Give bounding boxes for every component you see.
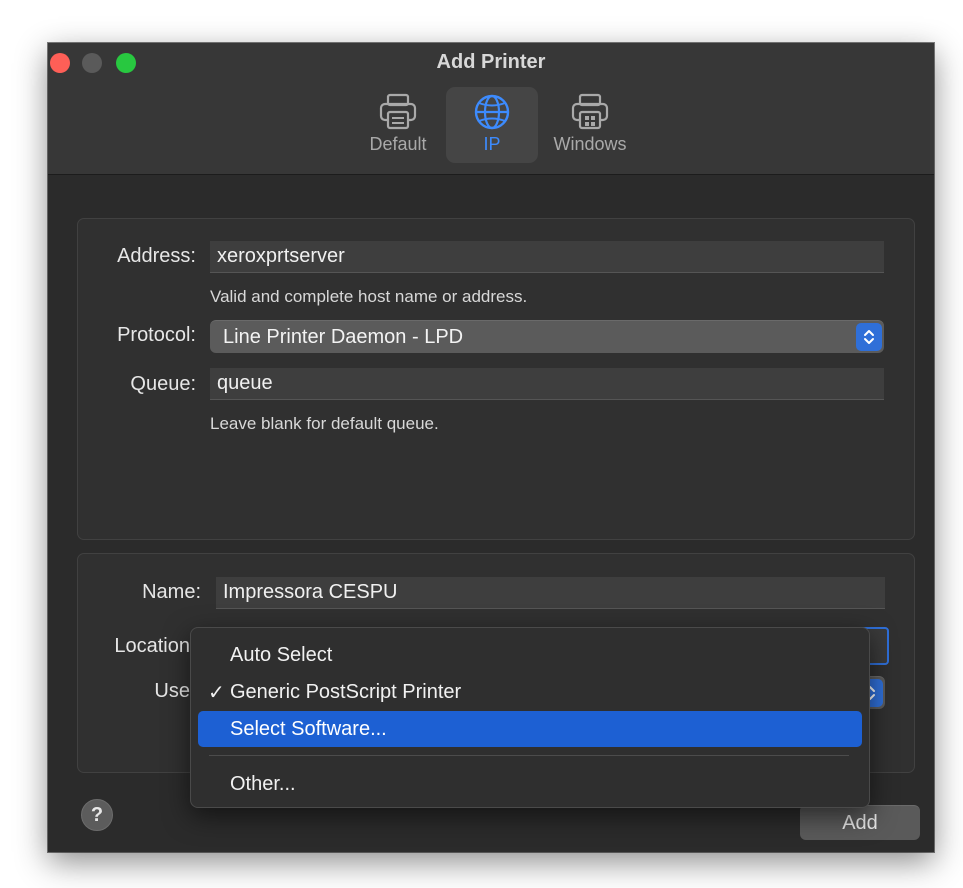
address-label: Address: <box>117 245 196 267</box>
use-label: Use <box>154 680 190 702</box>
protocol-label: Protocol: <box>117 324 196 346</box>
queue-hint: Leave blank for default queue. <box>210 414 439 433</box>
menu-item-label: Auto Select <box>230 643 333 666</box>
menu-item-select-software[interactable]: Select Software... <box>198 711 862 747</box>
menu-item-generic-postscript[interactable]: ✓ Generic PostScript Printer <box>198 674 862 710</box>
tab-default-label: Default <box>369 134 427 154</box>
address-field[interactable]: xeroxprtserver <box>210 241 884 273</box>
use-dropdown-menu: Auto Select ✓ Generic PostScript Printer… <box>190 627 870 808</box>
name-label: Name: <box>142 581 201 603</box>
menu-item-other[interactable]: Other... <box>198 766 862 802</box>
tab-default[interactable]: Default <box>352 87 444 163</box>
help-button[interactable]: ? <box>81 799 113 831</box>
menu-separator <box>209 755 849 756</box>
name-field[interactable]: Impressora CESPU <box>216 577 885 609</box>
menu-item-auto-select[interactable]: Auto Select <box>198 637 862 673</box>
protocol-select-value: Line Printer Daemon - LPD <box>223 325 464 348</box>
add-button[interactable]: Add <box>800 805 920 840</box>
tab-windows-label: Windows <box>553 134 627 154</box>
tab-ip-label: IP <box>483 134 501 154</box>
chevron-updown-icon <box>856 323 882 351</box>
menu-item-label: Select Software... <box>230 717 387 740</box>
tab-windows[interactable]: Windows <box>544 87 636 163</box>
window-title: Add Printer <box>436 51 546 73</box>
menu-item-label: Generic PostScript Printer <box>230 680 462 703</box>
queue-field[interactable]: queue <box>210 368 884 400</box>
windows-printer-icon <box>571 93 609 130</box>
queue-label: Queue: <box>130 373 196 395</box>
protocol-select[interactable]: Line Printer Daemon - LPD <box>210 320 884 353</box>
printer-icon <box>379 93 417 130</box>
toolbar: Add Printer Default IP Windows <box>48 43 934 175</box>
tab-ip[interactable]: IP <box>446 87 538 163</box>
location-label: Location <box>114 635 190 657</box>
address-hint: Valid and complete host name or address. <box>210 287 528 306</box>
menu-item-label: Other... <box>230 772 296 795</box>
checkmark-icon: ✓ <box>208 681 225 704</box>
globe-icon <box>474 94 510 130</box>
